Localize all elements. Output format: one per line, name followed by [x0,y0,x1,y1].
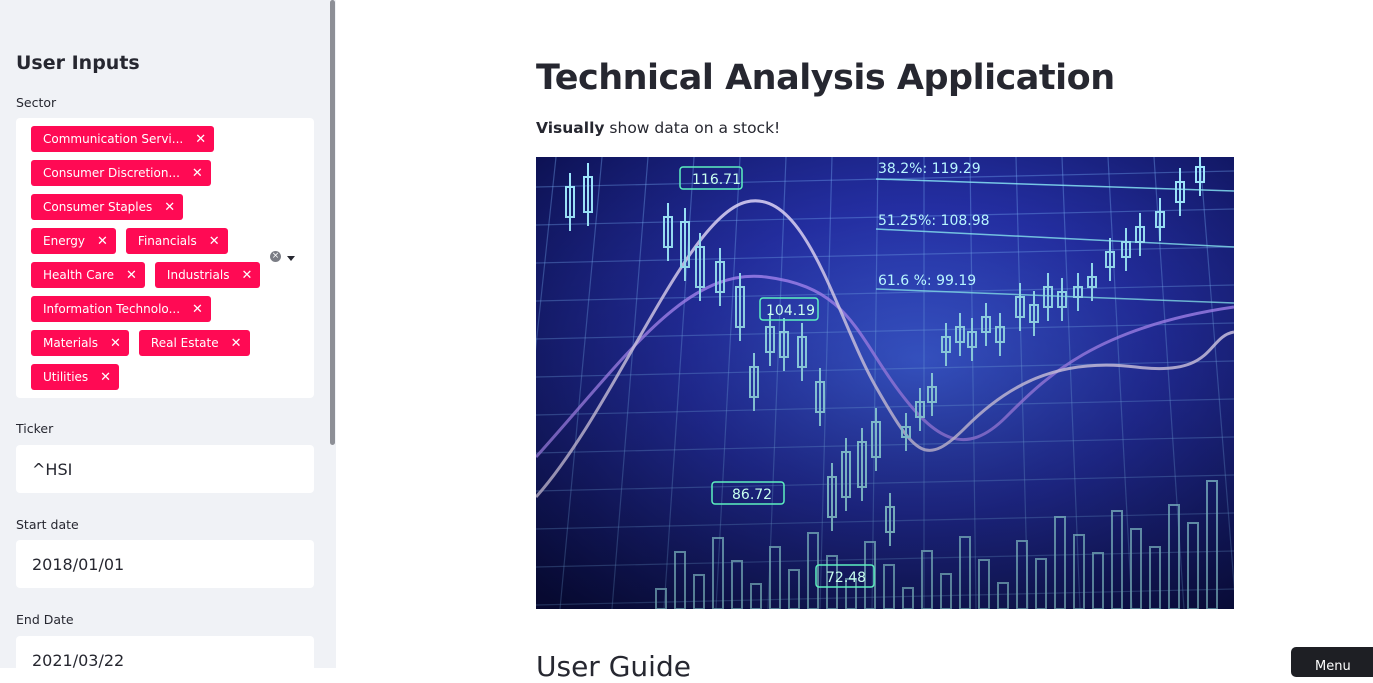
sector-tag-label: Utilities [43,370,89,384]
remove-tag-icon[interactable]: ✕ [100,371,111,384]
remove-tag-icon[interactable]: ✕ [110,337,121,350]
sidebar: User Inputs Sector Communication Servi..… [0,0,336,668]
price-label-1: 116.71 [692,172,741,188]
sector-tag-label: Real Estate [150,336,219,350]
sector-multiselect[interactable]: Communication Servi... ✕ Consumer Discreti… [16,118,314,398]
fib-label-1: 38.2%: 119.29 [878,161,981,177]
sector-tag: Health Care ✕ [31,262,145,288]
sector-tag-label: Energy [43,234,86,248]
tag-row: Communication Servi... ✕ [31,126,271,152]
price-label-3: 86.72 [732,487,772,503]
subtitle-bold: Visually [536,119,605,137]
main-content: Technical Analysis Application Visually … [336,0,1373,683]
sector-label: Sector [16,95,57,110]
sector-tags: Communication Servi... ✕ Consumer Discreti… [31,126,271,398]
sector-tag-label: Financials [137,234,197,248]
page-title: Technical Analysis Application [536,58,1115,98]
sector-tag-label: Consumer Staples [43,200,153,214]
remove-tag-icon[interactable]: ✕ [195,133,206,146]
sidebar-title: User Inputs [16,52,140,74]
sector-tag: Consumer Discretion... ✕ [31,160,211,186]
sector-tag: Financials ✕ [125,228,228,254]
sector-tag-label: Industrials [166,268,230,282]
tag-row: Consumer Staples ✕ [31,194,271,220]
fib-label-3: 61.6 %: 99.19 [878,273,976,289]
sector-tag-label: Health Care [43,268,115,282]
fib-label-2: 51.25%: 108.98 [878,213,990,229]
start-date-input[interactable]: 2018/01/01 [16,540,314,588]
remove-tag-icon[interactable]: ✕ [192,167,203,180]
start-date-label: Start date [16,517,79,532]
ticker-input[interactable]: ^HSI [16,445,314,493]
tag-row: Consumer Discretion... ✕ [31,160,271,186]
sector-tag-label: Communication Servi... [43,132,184,146]
price-label-4: 72.48 [826,570,866,586]
remove-tag-icon[interactable]: ✕ [209,235,220,248]
sector-tag: Materials ✕ [31,330,129,356]
sector-tag-label: Information Technolo... [43,302,181,316]
section-heading: User Guide [536,650,691,683]
tag-row: Utilities ✕ [31,364,271,390]
tag-row: Information Technolo... ✕ [31,296,271,322]
tag-row: Health Care ✕ Industrials ✕ [31,262,271,288]
sector-tag: Communication Servi... ✕ [31,126,215,152]
end-date-input[interactable]: 2021/03/22 [16,636,314,668]
end-date-label: End Date [16,612,74,627]
menu-button-label: Menu [1315,659,1351,674]
remove-tag-icon[interactable]: ✕ [164,201,175,214]
sidebar-scrollbar[interactable] [330,0,335,445]
tag-row: Energy ✕ Financials ✕ [31,228,271,254]
chevron-down-icon[interactable] [287,256,295,261]
sector-tag: Utilities ✕ [31,364,120,390]
remove-tag-icon[interactable]: ✕ [231,337,242,350]
sector-tag-label: Consumer Discretion... [43,166,180,180]
clear-all-icon[interactable]: × [270,251,281,262]
hero-image: 38.2%: 119.29 51.25%: 108.98 61.6 %: 99.… [536,157,1234,609]
remove-tag-icon[interactable]: ✕ [97,235,108,248]
ticker-label: Ticker [16,421,54,436]
remove-tag-icon[interactable]: ✕ [192,303,203,316]
subtitle-text: show data on a stock! [604,119,781,137]
menu-button[interactable]: Menu [1291,647,1373,677]
page-subtitle: Visually show data on a stock! [536,119,780,137]
tag-row: Materials ✕ Real Estate ✕ [31,330,271,356]
remove-tag-icon[interactable]: ✕ [241,269,252,282]
sector-tag: Energy ✕ [31,228,116,254]
sector-tag-label: Materials [43,336,99,350]
price-label-2: 104.19 [766,303,815,319]
sector-tag: Industrials ✕ [154,262,261,288]
sector-tag: Consumer Staples ✕ [31,194,184,220]
sector-tag: Real Estate ✕ [138,330,250,356]
sector-tag: Information Technolo... ✕ [31,296,211,322]
remove-tag-icon[interactable]: ✕ [126,269,137,282]
